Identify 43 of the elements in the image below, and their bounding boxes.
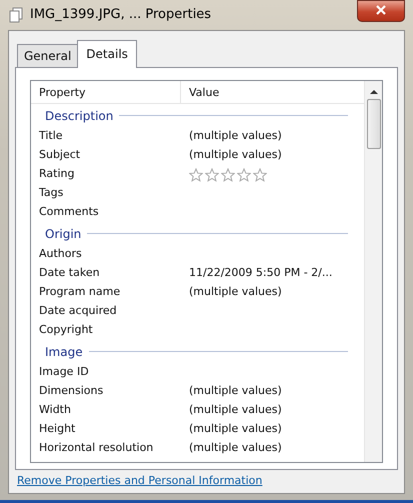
star-icon: [189, 168, 203, 182]
property-name: Subject: [38, 147, 82, 164]
property-name: Width: [38, 402, 72, 418]
property-name: Program name: [38, 284, 122, 300]
window-title: IMG_1399.JPG, ... Properties: [30, 6, 212, 24]
star-icon: [205, 168, 219, 182]
property-value: (multiple values): [188, 383, 282, 400]
property-name: Title: [38, 128, 64, 144]
column-header[interactable]: Property: [31, 81, 181, 103]
group-heading: Origin: [45, 226, 82, 242]
property-value: (multiple values): [188, 147, 282, 164]
property-name: Rating: [38, 166, 76, 182]
property-name: Dimensions: [38, 383, 104, 400]
property-name: Tags: [38, 185, 64, 202]
property-name: Authors: [38, 246, 83, 262]
property-value: 11/22/2009 5:50 PM - 2/...: [188, 265, 332, 282]
property-name: Height: [38, 421, 76, 438]
scrollbar[interactable]: [364, 81, 382, 462]
tab[interactable]: General: [17, 44, 78, 67]
group-heading: Description: [45, 108, 114, 124]
star-icon: [253, 168, 267, 182]
column-header[interactable]: Value: [181, 81, 228, 103]
remove-properties-link[interactable]: Remove Properties and Personal Information: [17, 474, 262, 486]
scroll-thumb[interactable]: [366, 99, 380, 149]
tab[interactable]: Details: [77, 40, 137, 68]
files-icon: [8, 7, 24, 23]
property-name: Copyright: [38, 322, 94, 338]
close-button[interactable]: [357, 0, 405, 22]
star-icon: [221, 168, 235, 182]
star-icon: [237, 168, 251, 182]
scroll-up-icon: [370, 89, 378, 95]
property-name: Horizontal resolution: [38, 440, 154, 456]
property-value: (multiple values): [188, 440, 282, 456]
close-icon: [376, 5, 386, 16]
property-name: Date acquired: [38, 303, 118, 320]
property-value: (multiple values): [188, 421, 282, 438]
property-name: Image ID: [38, 364, 90, 380]
group-heading: Image: [45, 344, 83, 360]
property-value: (multiple values): [188, 402, 282, 418]
property-value: (multiple values): [188, 284, 282, 300]
property-value: (multiple values): [188, 128, 282, 144]
property-name: Comments: [38, 204, 100, 220]
property-name: Date taken: [38, 265, 101, 282]
